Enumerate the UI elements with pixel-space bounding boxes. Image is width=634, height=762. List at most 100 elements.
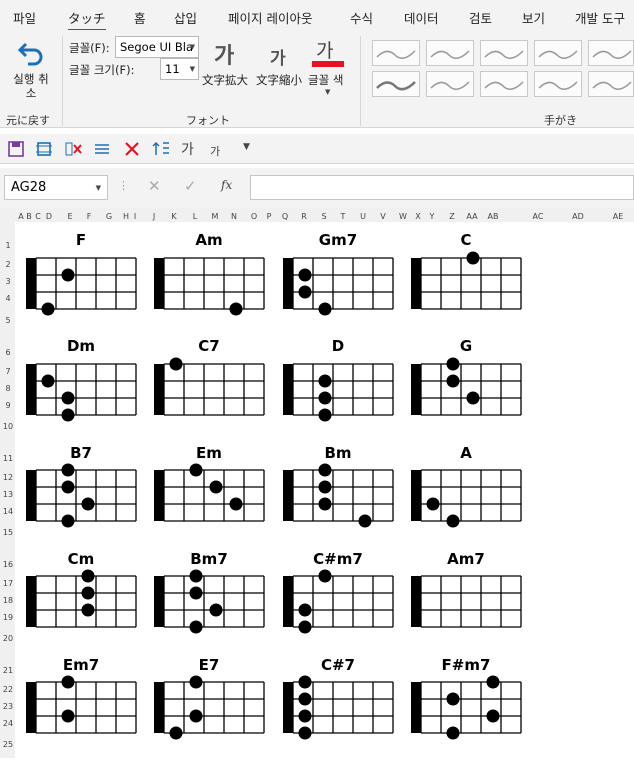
row-header-6[interactable]: 6 — [5, 348, 10, 357]
column-header-L[interactable]: L — [193, 212, 198, 221]
pen-style-1[interactable] — [372, 40, 420, 66]
row-header-5[interactable]: 5 — [5, 316, 10, 325]
tab-view[interactable]: 보기 — [522, 8, 545, 27]
row-header-13[interactable]: 13 — [3, 490, 13, 499]
column-header-F[interactable]: F — [87, 212, 92, 221]
row-header-11[interactable]: 11 — [3, 454, 13, 463]
chord-name: Bm — [324, 444, 351, 462]
column-header-T[interactable]: T — [340, 212, 346, 221]
select-area-icon[interactable] — [34, 139, 54, 159]
row-header-7[interactable]: 7 — [5, 367, 10, 376]
column-header-U[interactable]: U — [360, 212, 366, 221]
tab-data[interactable]: 데이터 — [404, 8, 439, 27]
pen-style-5[interactable] — [588, 40, 634, 66]
cancel-icon[interactable]: ✕ — [148, 177, 161, 195]
insert-function-icon[interactable]: fx — [221, 178, 232, 192]
customize-toolbar-icon[interactable]: ▼ — [243, 142, 263, 162]
pen-style-3[interactable] — [480, 40, 528, 66]
row-header-25[interactable]: 25 — [3, 740, 13, 749]
pen-style-8[interactable] — [480, 71, 528, 97]
column-header-S[interactable]: S — [321, 212, 326, 221]
font-size-combo[interactable]: 11 ▼ — [160, 58, 199, 80]
column-header-Q[interactable]: Q — [282, 212, 288, 221]
worksheet-canvas: A B C D E F G H I J K L M N O P Q R S T U V W X Y Z AA AB AC AD AE1234… — [0, 208, 634, 758]
tab-page-layout[interactable]: 페이지 레이아웃 — [228, 8, 312, 27]
chord-finger-dot — [318, 302, 332, 316]
column-header-B[interactable]: B — [26, 212, 32, 221]
formula-input[interactable] — [250, 175, 634, 200]
row-header-24[interactable]: 24 — [3, 719, 13, 728]
row-header-14[interactable]: 14 — [3, 507, 13, 516]
column-header-M[interactable]: M — [212, 212, 219, 221]
pen-style-10[interactable] — [588, 71, 634, 97]
row-header-21[interactable]: 21 — [3, 666, 13, 675]
row-header-1[interactable]: 1 — [5, 241, 10, 250]
tab-file[interactable]: 파일 — [13, 8, 36, 27]
column-header-I[interactable]: I — [134, 212, 136, 221]
tab-developer[interactable]: 개발 도구 — [575, 8, 625, 27]
column-header-O[interactable]: O — [251, 212, 257, 221]
tab-insert[interactable]: 삽입 — [174, 8, 197, 27]
grow-font-icon[interactable]: 가 — [181, 139, 201, 159]
column-header-K[interactable]: K — [171, 212, 177, 221]
tab-home[interactable]: 홈 — [134, 8, 146, 27]
row-header-20[interactable]: 20 — [3, 634, 13, 643]
grow-font-button[interactable]: 가 文字拡大 — [202, 36, 254, 92]
row-header-10[interactable]: 10 — [3, 422, 13, 431]
row-header-2[interactable]: 2 — [5, 260, 10, 269]
column-header-H[interactable]: H — [123, 212, 129, 221]
column-header-J[interactable]: J — [152, 212, 155, 221]
column-header-N[interactable]: N — [231, 212, 237, 221]
row-header-15[interactable]: 15 — [3, 528, 13, 537]
pen-style-2[interactable] — [426, 40, 474, 66]
insert-column-icon[interactable] — [92, 139, 112, 159]
row-header-16[interactable]: 16 — [3, 560, 13, 569]
row-header-19[interactable]: 19 — [3, 613, 13, 622]
column-header-C[interactable]: C — [35, 212, 41, 221]
pen-style-6[interactable] — [372, 71, 420, 97]
column-header-AE[interactable]: AE — [613, 212, 624, 221]
column-header-Y[interactable]: Y — [429, 212, 435, 221]
row-header-17[interactable]: 17 — [3, 579, 13, 588]
column-header-X[interactable]: X — [415, 212, 421, 221]
undo-button[interactable]: 실행 취소 — [4, 36, 58, 106]
tab-touch[interactable]: タッチ — [68, 8, 106, 31]
column-header-Z[interactable]: Z — [449, 212, 455, 221]
chord-nut — [154, 258, 164, 309]
row-header-9[interactable]: 9 — [5, 401, 10, 410]
tab-review[interactable]: 검토 — [469, 8, 492, 27]
column-header-V[interactable]: V — [380, 212, 386, 221]
shrink-font-button[interactable]: 가 文字縮小 — [256, 36, 308, 92]
font-name-combo[interactable]: Segoe UI Bla ▼ — [115, 36, 199, 58]
tab-formulas[interactable]: 수식 — [350, 8, 373, 27]
pen-style-9[interactable] — [534, 71, 582, 97]
shrink-font-icon[interactable]: 가 — [210, 143, 230, 163]
pen-style-4[interactable] — [534, 40, 582, 66]
delete-column-icon[interactable] — [64, 139, 84, 159]
font-color-button[interactable]: 가 글꼴 색 ▼ — [308, 36, 352, 100]
row-header-4[interactable]: 4 — [5, 294, 10, 303]
column-header-A[interactable]: A — [18, 212, 24, 221]
row-header-23[interactable]: 23 — [3, 702, 13, 711]
sort-icon[interactable] — [151, 139, 171, 159]
row-header-22[interactable]: 22 — [3, 685, 13, 694]
column-header-AC[interactable]: AC — [533, 212, 544, 221]
name-box[interactable]: AG28 ▼ — [4, 175, 108, 200]
pen-style-7[interactable] — [426, 71, 474, 97]
column-header-AA[interactable]: AA — [466, 212, 478, 221]
column-header-G[interactable]: G — [106, 212, 112, 221]
column-header-P[interactable]: P — [267, 212, 272, 221]
row-header-18[interactable]: 18 — [3, 596, 13, 605]
row-header-3[interactable]: 3 — [5, 277, 10, 286]
row-header-8[interactable]: 8 — [5, 384, 10, 393]
save-icon[interactable] — [6, 139, 26, 159]
column-header-R[interactable]: R — [301, 212, 307, 221]
column-header-D[interactable]: D — [46, 212, 52, 221]
column-header-AB[interactable]: AB — [488, 212, 499, 221]
column-header-E[interactable]: E — [67, 212, 72, 221]
clear-icon[interactable] — [122, 139, 142, 159]
confirm-icon[interactable]: ✓ — [184, 177, 197, 195]
row-header-12[interactable]: 12 — [3, 473, 13, 482]
column-header-AD[interactable]: AD — [572, 212, 584, 221]
column-header-W[interactable]: W — [399, 212, 407, 221]
